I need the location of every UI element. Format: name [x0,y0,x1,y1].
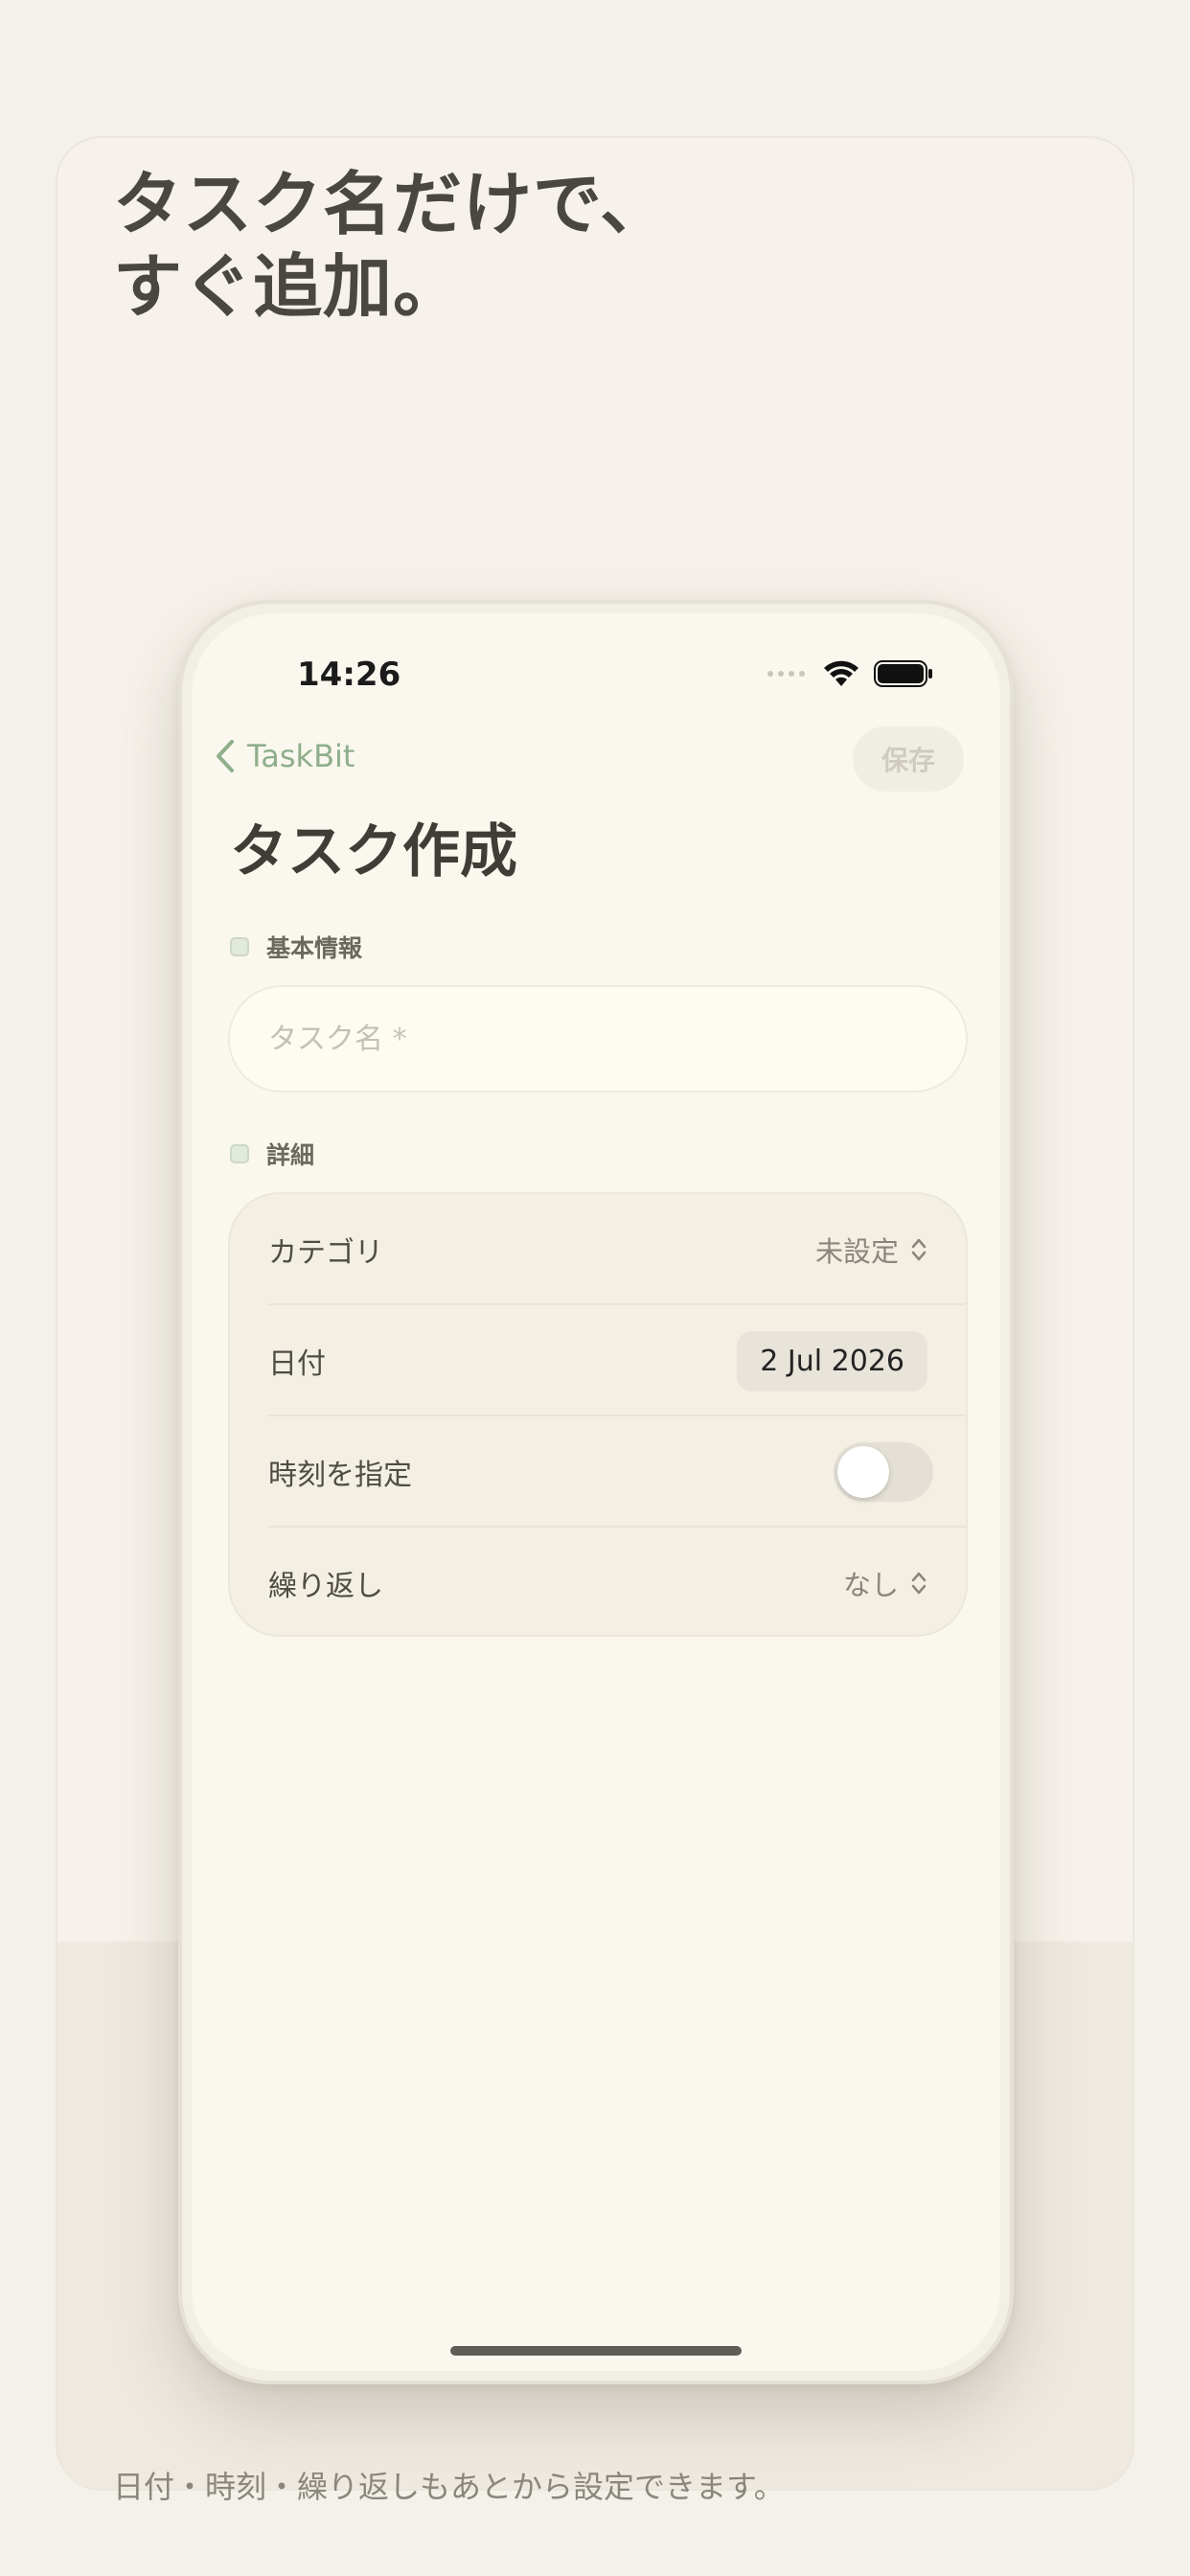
category-value: 未設定 [814,1235,899,1268]
save-button[interactable]: 保存 [853,726,964,792]
promo-footer-caption: 日付・時刻・繰り返しもあとから設定できます。 [113,2469,785,2505]
chevron-left-icon [217,740,234,772]
section-label-basic-info: 基本情報 [230,930,362,964]
section-label-text: 詳細 [266,1141,315,1169]
date-picker-button[interactable]: 2 Jul 2026 [737,1330,927,1392]
promo-headline-line2: すぐ追加。 [113,246,464,327]
section-dot-icon [230,1144,249,1163]
category-picker[interactable]: 未設定 [815,1230,927,1270]
repeat-picker[interactable]: なし [843,1563,927,1603]
status-time: 14:26 [297,656,401,694]
signal-icon [767,671,805,677]
time-label: 時刻を指定 [268,1459,412,1492]
time-row: 時刻を指定 [268,1416,966,1528]
chevron-up-down-icon [911,1238,927,1261]
battery-icon [874,660,932,687]
category-row[interactable]: カテゴリ 未設定 [268,1194,966,1305]
repeat-value: なし [842,1569,899,1601]
section-label-details: 詳細 [230,1137,314,1171]
repeat-label: 繰り返し [268,1570,383,1603]
back-button-label: TaskBit [247,738,355,774]
repeat-row[interactable]: 繰り返し なし [268,1528,966,1639]
time-toggle[interactable] [834,1442,933,1502]
chevron-up-down-icon [911,1572,927,1595]
toggle-knob [837,1446,889,1498]
section-label-text: 基本情報 [266,934,363,962]
status-icons [767,659,933,688]
date-label: 日付 [268,1347,326,1381]
date-row[interactable]: 日付 2 Jul 2026 [268,1305,966,1416]
promo-headline: タスク名だけで、 すぐ追加。 [113,163,670,328]
phone-screen: 14:26 TaskBit 保存 タスク作成 基本情報 タスク名 * 詳細 カテ… [192,613,1000,2371]
category-label: カテゴリ [268,1236,383,1270]
phone-frame: 14:26 TaskBit 保存 タスク作成 基本情報 タスク名 * 詳細 カテ… [178,600,1014,2384]
task-name-input[interactable] [228,985,968,1092]
promo-headline-line1: タスク名だけで、 [113,164,671,244]
page-title: タスク作成 [230,818,517,886]
home-indicator[interactable] [450,2346,742,2356]
details-group: カテゴリ 未設定 日付 2 Jul 2026 時刻を指定 繰り返し なし [228,1192,968,1637]
back-button[interactable]: TaskBit [215,738,355,774]
wifi-icon [824,660,858,686]
section-dot-icon [230,937,249,956]
